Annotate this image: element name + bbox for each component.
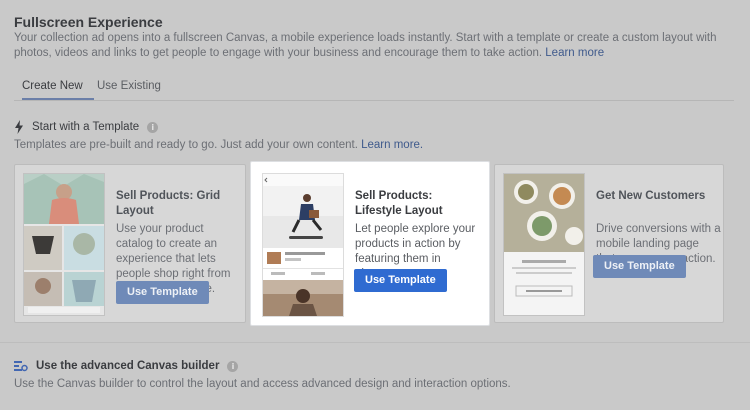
- template-section-heading: Start with a Template i: [14, 119, 159, 135]
- lightning-icon: [15, 120, 23, 134]
- info-icon[interactable]: i: [147, 121, 159, 133]
- lifestyle-layout-preview: [263, 174, 343, 316]
- advanced-builder-heading[interactable]: Use the advanced Canvas builder i: [14, 360, 239, 372]
- learn-more-link[interactable]: Learn more: [545, 47, 604, 59]
- tab-bar: Create New Use Existing: [14, 72, 734, 101]
- template-section-title: Start with a Template: [32, 121, 140, 133]
- advanced-builder-description: Use the Canvas builder to control the la…: [14, 378, 511, 390]
- canvas-builder-icon: [14, 361, 28, 372]
- customers-card-title: Get New Customers: [596, 190, 706, 202]
- grid-layout-thumbnail: [23, 173, 105, 316]
- template-card-lifestyle[interactable]: Sell Products: Lifestyle Layout Let peop…: [250, 161, 490, 326]
- fullscreen-experience-panel: Fullscreen Experience Your collection ad…: [0, 0, 750, 410]
- advanced-info-icon[interactable]: i: [227, 360, 239, 372]
- grid-use-template-button[interactable]: Use Template: [116, 281, 209, 304]
- template-card-grid[interactable]: Sell Products: Grid Layout Use your prod…: [14, 164, 246, 323]
- template-card-customers[interactable]: Get New Customers Drive conversions with…: [494, 164, 724, 323]
- template-section-subtitle: Templates are pre-built and ready to go.…: [14, 139, 423, 151]
- page-description: Your collection ad opens into a fullscre…: [14, 31, 734, 61]
- section-divider: [0, 342, 750, 343]
- template-learn-more-link[interactable]: Learn more.: [361, 139, 423, 151]
- tab-create-new[interactable]: Create New: [22, 80, 83, 92]
- active-tab-indicator: [22, 98, 94, 100]
- lifestyle-use-template-button[interactable]: Use Template: [354, 269, 447, 292]
- customers-use-template-button[interactable]: Use Template: [593, 255, 686, 278]
- grid-layout-preview: [24, 174, 104, 315]
- lifestyle-card-title: Sell Products: Lifestyle Layout: [355, 190, 443, 217]
- grid-card-title: Sell Products: Grid Layout: [116, 190, 221, 217]
- advanced-builder-title[interactable]: Use the advanced Canvas builder: [36, 360, 219, 372]
- page-title: Fullscreen Experience: [14, 14, 163, 30]
- description-text: Your collection ad opens into a fullscre…: [14, 32, 717, 59]
- tab-use-existing[interactable]: Use Existing: [97, 80, 161, 92]
- customers-layout-preview: [504, 174, 584, 315]
- customers-layout-thumbnail: [503, 173, 585, 316]
- template-subtitle-text: Templates are pre-built and ready to go.…: [14, 139, 358, 151]
- lifestyle-layout-thumbnail: [262, 173, 344, 317]
